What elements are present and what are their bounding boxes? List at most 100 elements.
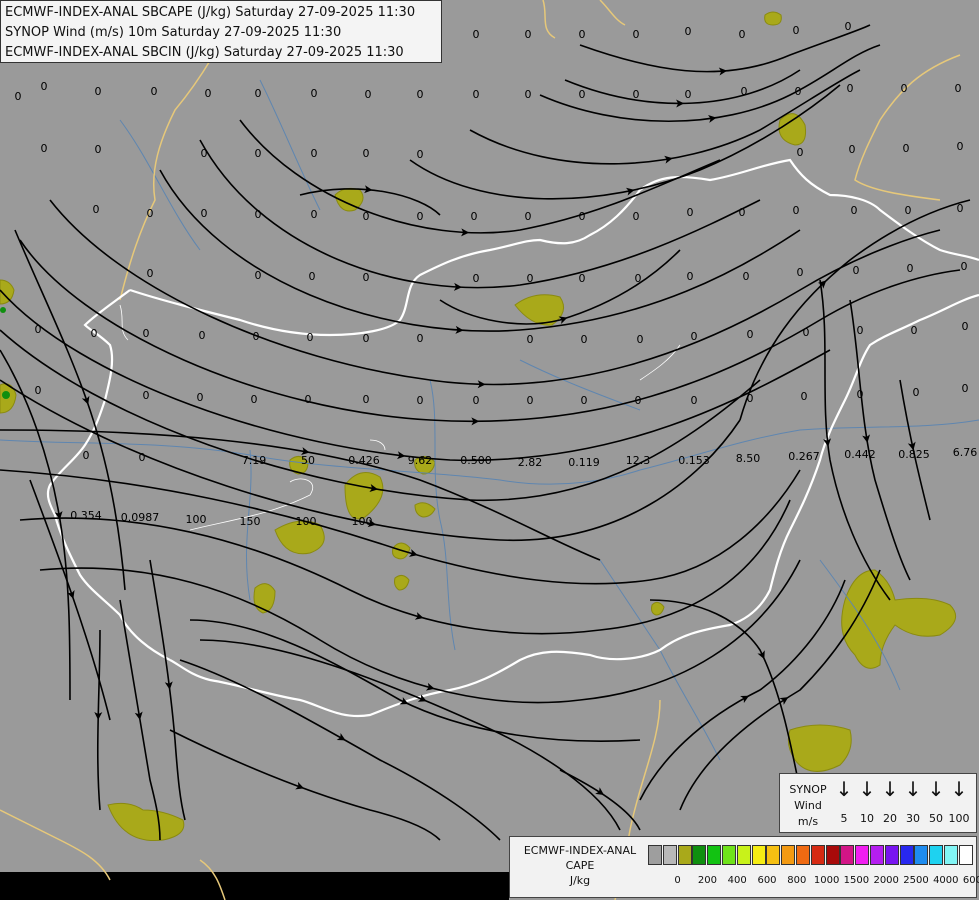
field-value-label: 0: [691, 330, 698, 343]
field-value-label: 100: [296, 515, 317, 528]
field-value-label: 0: [471, 210, 478, 223]
field-value-label: 0: [15, 90, 22, 103]
field-value-label: 0: [795, 85, 802, 98]
field-value-label: 0: [197, 391, 204, 404]
field-value-label: 0: [363, 332, 370, 345]
cape-swatch: [870, 845, 884, 865]
field-value-label: 0: [857, 388, 864, 401]
cape-swatch: [884, 845, 899, 865]
cape-swatch: [692, 845, 707, 865]
field-value-label: 6.76: [953, 446, 978, 459]
wind-arrow-icon-5: ↓: [835, 777, 853, 801]
field-value-label: 0.426: [348, 454, 380, 467]
field-value-label: 2.82: [518, 456, 543, 469]
field-value-label: 0: [633, 88, 640, 101]
field-value-label: 0: [311, 147, 318, 160]
field-value-label: 0: [199, 329, 206, 342]
field-value-label: 0: [525, 28, 532, 41]
wind-arrow-icon-20: ↓: [881, 777, 899, 801]
field-value-label: 0: [635, 272, 642, 285]
field-value-label: 0: [525, 210, 532, 223]
field-value-label: 0: [635, 394, 642, 407]
field-value-label: 0: [527, 333, 534, 346]
cape-tick-label: 200: [697, 875, 717, 886]
cape-swatch: [840, 845, 855, 865]
cape-swatch: [751, 845, 766, 865]
field-value-label: 0: [961, 260, 968, 273]
cape-swatch: [736, 845, 751, 865]
field-value-label: 0: [579, 272, 586, 285]
field-value-label: 0.354: [70, 509, 102, 522]
cape-swatch: [855, 845, 870, 865]
field-value-label: 0: [581, 394, 588, 407]
cape-swatch: [929, 845, 944, 865]
field-value-label: 0: [35, 323, 42, 336]
field-value-label: 0: [955, 82, 962, 95]
field-value-label: 0: [685, 88, 692, 101]
cape-legend-title: ECMWF-INDEX-ANAL CAPE J/kg: [514, 843, 646, 888]
wind-arrow-icon-50: ↓: [927, 777, 945, 801]
field-value-label: 0: [307, 331, 314, 344]
field-value-label: 100: [186, 513, 207, 526]
cape-swatch: [796, 845, 810, 865]
field-value-label: 0: [41, 80, 48, 93]
wind-arrow-icon-30: ↓: [904, 777, 922, 801]
field-value-label: 12.3: [626, 454, 651, 467]
field-value-label: 0: [739, 206, 746, 219]
field-value-label: 0.153: [678, 454, 710, 467]
field-value-label: 0: [95, 85, 102, 98]
field-value-label: 0: [473, 28, 480, 41]
field-value-label: 0: [633, 28, 640, 41]
field-value-label: 0: [255, 147, 262, 160]
field-value-label: 0.267: [788, 450, 820, 463]
cape-swatch: [648, 845, 662, 865]
field-value-label: 0: [255, 269, 262, 282]
wind-arrow-icon-10: ↓: [858, 777, 876, 801]
cape-tick-label: 6000: [962, 875, 979, 886]
field-value-label: 0: [91, 327, 98, 340]
cape-legend-title-1: ECMWF-INDEX-ANAL: [523, 844, 637, 857]
field-value-label: 0: [201, 207, 208, 220]
field-value-label: 9.62: [408, 454, 433, 467]
field-value-label: 0: [905, 204, 912, 217]
field-value-label: 50: [301, 454, 315, 467]
field-value-label: 0: [907, 262, 914, 275]
cape-swatch: [662, 845, 677, 865]
field-value-label: 0: [633, 210, 640, 223]
field-value-label: 0: [417, 332, 424, 345]
field-value-label: 0: [143, 327, 150, 340]
field-value-label: 0: [139, 451, 146, 464]
field-value-label: 0: [143, 389, 150, 402]
wind-legend-title-2: Wind: [794, 799, 822, 812]
field-value-label: 0: [685, 25, 692, 38]
cape-tick-label: 1500: [843, 875, 870, 886]
field-value-label: 0: [83, 449, 90, 462]
field-value-label: 0: [957, 202, 964, 215]
cape-legend-title-2: CAPE: [565, 859, 595, 872]
field-value-label: 0: [957, 140, 964, 153]
cape-swatch: [781, 845, 796, 865]
field-value-label: 0: [147, 207, 154, 220]
map-canvas[interactable]: 0 0 0 0 0 0 0 0 0 0 0 0 0 0 0 0 0 0 0 0 0 0 0 0 0 0 0 0 0 0 0 0 0 0 0 0 0 0 0 0…: [0, 0, 979, 900]
field-value-label: 0: [309, 270, 316, 283]
field-value-label: 0: [473, 272, 480, 285]
field-value-label: 0: [747, 392, 754, 405]
field-value-label: 0: [41, 142, 48, 155]
field-value-label: 0: [901, 82, 908, 95]
field-value-label: 100: [352, 515, 373, 528]
field-value-label: 0: [35, 384, 42, 397]
field-value-label: 0: [365, 88, 372, 101]
cape-swatch: [677, 845, 692, 865]
field-value-label: 0: [473, 394, 480, 407]
field-value-label: 0: [147, 267, 154, 280]
field-value-label: 0: [525, 88, 532, 101]
field-value-label: 0: [473, 88, 480, 101]
field-value-label: 0: [255, 87, 262, 100]
wind-legend-title: SYNOP Wind m/s: [784, 782, 832, 830]
field-value-label: 0: [741, 85, 748, 98]
field-value-label: 0: [311, 208, 318, 221]
field-value-label: 0: [687, 206, 694, 219]
field-value-label: 0: [857, 324, 864, 337]
cape-tick-label: 4000: [933, 875, 959, 886]
field-value-label: 0: [851, 204, 858, 217]
